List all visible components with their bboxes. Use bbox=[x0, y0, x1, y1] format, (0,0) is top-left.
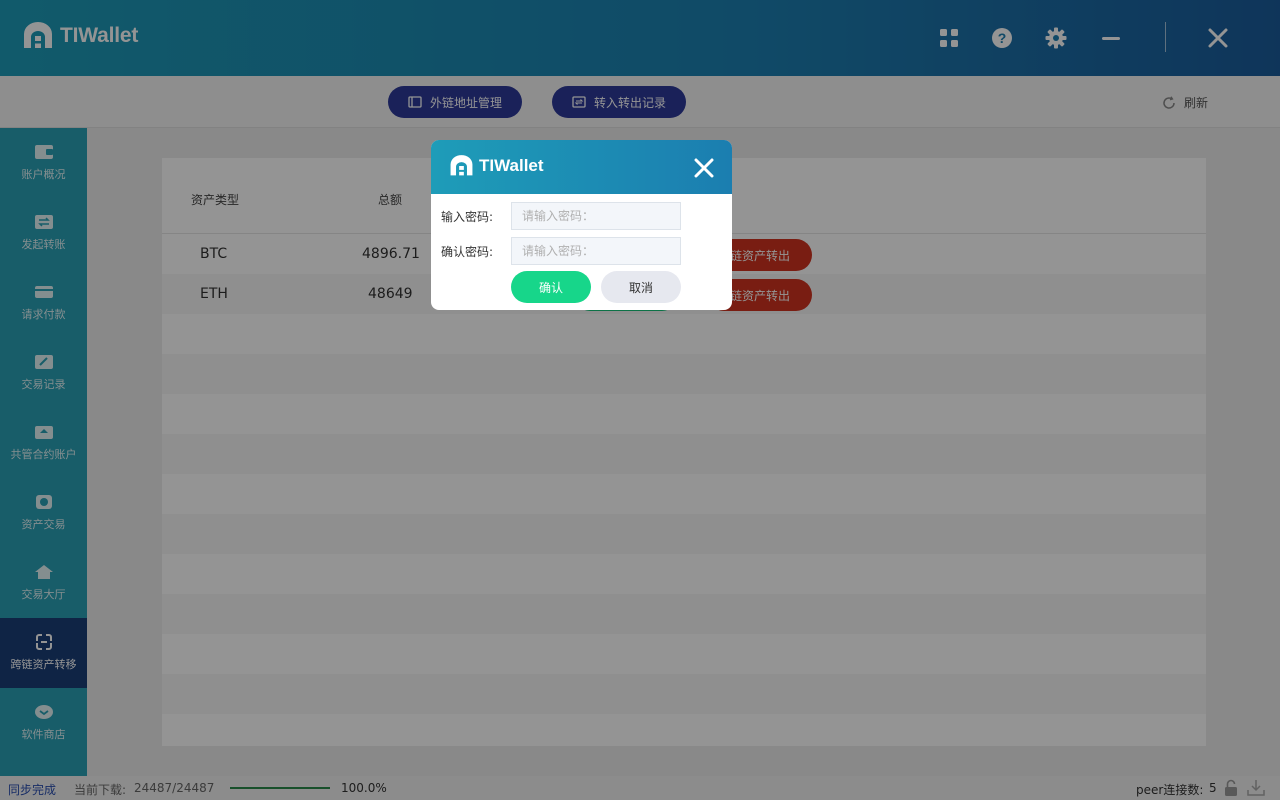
dialog-header: TIWallet bbox=[431, 140, 732, 194]
password-row: 输入密码: bbox=[441, 202, 681, 230]
modal-overlay[interactable] bbox=[0, 0, 1280, 800]
dialog-close-icon[interactable] bbox=[694, 158, 714, 178]
password-dialog: TIWallet 输入密码: 确认密码: 确认 取消 bbox=[431, 140, 732, 310]
dialog-logo: TIWallet bbox=[449, 155, 544, 177]
confirm-password-label: 确认密码: bbox=[441, 244, 494, 259]
password-input[interactable] bbox=[511, 202, 681, 230]
cancel-button[interactable]: 取消 bbox=[601, 271, 681, 303]
confirm-button[interactable]: 确认 bbox=[511, 271, 591, 303]
confirm-password-row: 确认密码: bbox=[441, 237, 681, 265]
dialog-title: TIWallet bbox=[479, 156, 544, 175]
confirm-label: 确认 bbox=[538, 280, 563, 295]
password-label: 输入密码: bbox=[441, 209, 494, 224]
confirm-password-input[interactable] bbox=[511, 237, 681, 265]
tiwallet-logo-icon bbox=[450, 155, 473, 176]
cancel-label: 取消 bbox=[628, 280, 653, 295]
